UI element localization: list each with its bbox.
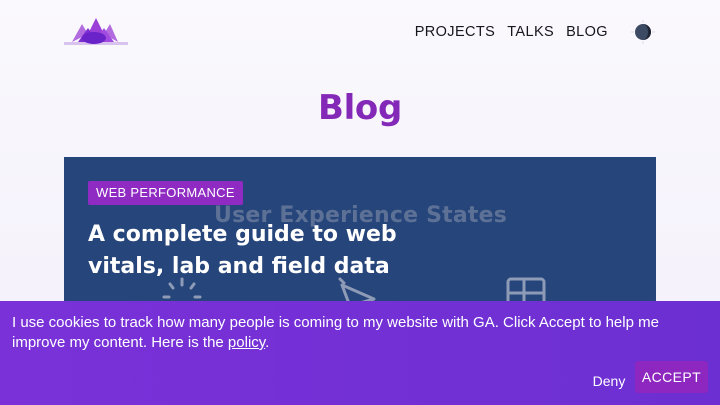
- nav-projects[interactable]: PROJECTS: [415, 20, 496, 44]
- deny-button[interactable]: Deny: [584, 365, 634, 397]
- page-title: Blog: [317, 88, 403, 128]
- nav-talks[interactable]: TALKS: [507, 20, 554, 44]
- cookie-message-text: I use cookies to track how many people i…: [12, 314, 659, 351]
- main-nav: PROJECTS TALKS BLOG: [415, 20, 656, 44]
- lotus-logo-icon[interactable]: [64, 14, 130, 48]
- cookie-message-end: .: [265, 334, 270, 351]
- category-tag[interactable]: WEB PERFORMANCE: [88, 181, 243, 205]
- policy-link[interactable]: policy: [228, 334, 265, 351]
- blog-post-card[interactable]: User Experience States WEB PERFORMANCE A…: [64, 157, 656, 317]
- page: PROJECTS TALKS BLOG Blog User Experience…: [0, 0, 720, 405]
- cookie-message: I use cookies to track how many people i…: [12, 313, 708, 353]
- nav-blog[interactable]: BLOG: [566, 20, 608, 44]
- post-title[interactable]: A complete guide to web vitals, lab and …: [88, 219, 448, 283]
- moon-icon: [631, 20, 655, 44]
- cookie-banner: I use cookies to track how many people i…: [0, 301, 720, 405]
- accept-button[interactable]: ACCEPT: [635, 361, 708, 393]
- theme-toggle-button[interactable]: [630, 19, 656, 45]
